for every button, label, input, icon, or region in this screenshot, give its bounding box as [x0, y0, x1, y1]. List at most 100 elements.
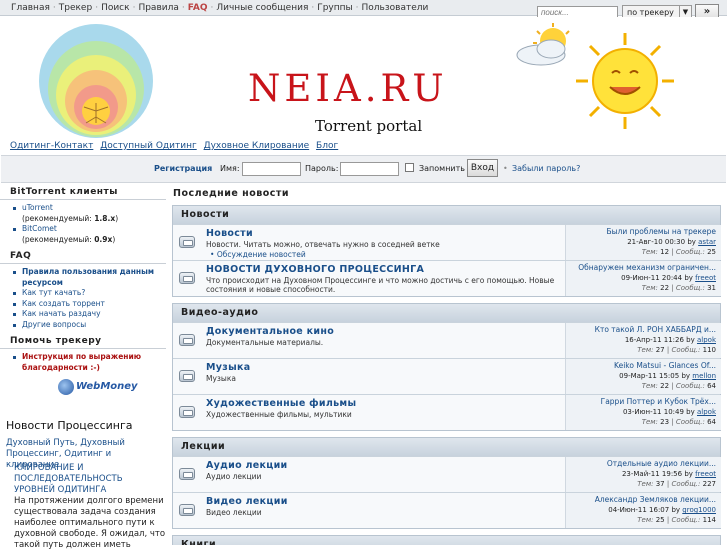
nav-item-6[interactable]: Группы — [317, 3, 352, 13]
faq-link[interactable]: Другие вопросы — [22, 320, 86, 329]
category-header[interactable]: Книги — [173, 536, 720, 545]
forum-description: Видео лекции — [206, 508, 262, 517]
last-post-info: Обнаружен механизм ограничен... 09-Июн-11… — [565, 261, 721, 296]
bullet-icon: • — [503, 164, 508, 173]
forum-folder-icon — [179, 406, 195, 418]
forum-name[interactable]: НОВОСТИ ДУХОВНОГО ПРОЦЕССИНГА — [206, 264, 424, 275]
register-link[interactable]: Регистрация — [154, 164, 212, 173]
posts-label: Сообщ.: — [675, 382, 705, 390]
category-header[interactable]: Лекции — [173, 438, 720, 456]
webmoney-logo[interactable]: WebMoney — [58, 379, 138, 395]
last-post-title[interactable]: Обнаружен механизм ограничен... — [566, 263, 716, 273]
remember-checkbox[interactable] — [405, 163, 414, 172]
forum-folder-icon — [179, 236, 195, 248]
site-header: NEIA.RU Torrent portal — [0, 17, 727, 139]
client-link[interactable]: uTorrent — [22, 203, 53, 212]
last-post-title[interactable]: Гарри Поттер и Кубок Трёх... — [566, 397, 716, 407]
last-post-user[interactable]: grog1000 — [682, 506, 716, 514]
forgot-password-link[interactable]: Забыли пароль? — [512, 164, 580, 173]
faq-link[interactable]: Как создать торрент — [22, 299, 105, 308]
faq-item: Правила пользования данным ресурсом — [0, 267, 166, 288]
topics-label: Тем: — [641, 418, 658, 426]
last-post-meta: 09-Июн-11 20:44 by freeot — [566, 273, 716, 283]
forum-name[interactable]: Видео лекции — [206, 496, 288, 507]
password-field[interactable] — [340, 162, 399, 176]
nav-item-1[interactable]: Трекер — [59, 3, 92, 13]
by-label: by — [686, 408, 695, 416]
forum-categories: Новости Новости Новости. Читать можно, отв… — [172, 205, 721, 545]
forum-name[interactable]: Новости — [206, 228, 253, 239]
forum-counts: Тем: 23 | Сообщ.: 64 — [641, 418, 716, 426]
category-header[interactable]: Новости — [173, 206, 720, 224]
nav-item-0[interactable]: Главная — [11, 3, 50, 13]
subforum-link[interactable]: Обсуждение новостей — [217, 250, 306, 259]
sidebar-heading-help: Помочь трекеру — [0, 334, 166, 349]
forum-name[interactable]: Художественные фильмы — [206, 398, 356, 409]
login-button[interactable]: Вход — [467, 159, 498, 177]
last-post-title[interactable]: Были проблемы на трекере — [566, 227, 716, 237]
link-auditing-contact[interactable]: Одитинг-Контакт — [10, 141, 93, 151]
forum-name[interactable]: Документальное кино — [206, 326, 334, 337]
last-post-user[interactable]: astar — [698, 238, 716, 246]
last-post-meta: 16-Апр-11 11:26 by alpok — [566, 335, 716, 345]
last-post-date: 03-Июн-11 10:49 — [622, 408, 684, 416]
username-field[interactable] — [242, 162, 301, 176]
last-post-info: Александр Земляков лекции... 04-Июн-11 16… — [565, 493, 721, 528]
topics-count: 37 — [655, 480, 665, 488]
last-post-title[interactable]: Кто такой Л. РОН ХАББАРД и... — [566, 325, 716, 335]
last-post-info: Keiko Matsui - Glances Of... 09-Мар-11 15… — [565, 359, 721, 394]
link-blog[interactable]: Блог — [316, 141, 338, 151]
link-accessible-auditing[interactable]: Доступный Одитинг — [100, 141, 197, 151]
faq-link[interactable]: Правила пользования данным ресурсом — [22, 267, 154, 287]
news-item-title[interactable]: КЛИРОВАНИЕ И ПОСЛЕДОВАТЕЛЬНОСТЬ УРОВНЕЙ … — [14, 463, 166, 496]
news-item-text: На протяжении долгого времени существова… — [14, 496, 166, 550]
link-spiritual-clearing[interactable]: Духовное Клирование — [204, 141, 310, 151]
faq-link[interactable]: Как тут качать? — [22, 288, 85, 297]
forum-description: Аудио лекции — [206, 472, 262, 481]
client-link[interactable]: BitComet — [22, 224, 57, 233]
last-post-title[interactable]: Александр Земляков лекции... — [566, 495, 716, 505]
forum-category: Лекции Аудио лекции Аудио лекции Отдельные … — [172, 437, 721, 529]
main-content: Последние новости Новости Новости Новости.… — [172, 185, 721, 545]
category-header[interactable]: Видео-аудио — [173, 304, 720, 322]
site-subtitle: Torrent portal — [315, 117, 423, 135]
last-post-user[interactable]: alpok — [697, 408, 716, 416]
topics-count: 25 — [655, 516, 665, 524]
last-post-title[interactable]: Отдельные аудио лекции... — [566, 459, 716, 469]
last-post-title[interactable]: Keiko Matsui - Glances Of... — [566, 361, 716, 371]
posts-count: 64 — [707, 382, 716, 390]
client-bitcomet: BitComet — [0, 224, 166, 235]
forum-counts: Тем: 12 | Сообщ.: 25 — [641, 248, 716, 256]
last-post-user[interactable]: mellon — [692, 372, 716, 380]
forum-folder-icon — [179, 334, 195, 346]
forum-subforum[interactable]: • Обсуждение новостей — [210, 250, 306, 259]
last-post-user[interactable]: alpok — [697, 336, 716, 344]
forum-counts: Тем: 27 | Сообщ.: 110 — [637, 346, 716, 354]
help-link[interactable]: Инструкция по выражению благодарности :-… — [22, 352, 141, 372]
nav-item-3[interactable]: Правила — [138, 3, 178, 13]
nav-separator: · — [95, 3, 99, 13]
topics-count: 27 — [655, 346, 665, 354]
topics-count: 12 — [660, 248, 670, 256]
posts-label: Сообщ.: — [675, 418, 705, 426]
forum-name[interactable]: Музыка — [206, 362, 250, 373]
password-label: Пароль: — [305, 164, 339, 173]
topics-label: Тем: — [641, 382, 658, 390]
client-utorrent: uTorrent — [0, 203, 166, 214]
by-label: by — [686, 336, 695, 344]
nav-item-2[interactable]: Поиск — [101, 3, 130, 13]
last-post-user[interactable]: freeot — [695, 274, 716, 282]
topics-count: 23 — [660, 418, 670, 426]
nav-item-5[interactable]: Личные сообщения — [216, 3, 308, 13]
by-label: by — [671, 506, 681, 514]
forum-category: Новости Новости Новости. Читать можно, отв… — [172, 205, 721, 297]
forum-row: Аудио лекции Аудио лекции Отдельные аудио … — [173, 456, 721, 492]
faq-link[interactable]: Как начать раздачу — [22, 309, 101, 318]
forum-name[interactable]: Аудио лекции — [206, 460, 288, 471]
last-post-meta: 04-Июн-11 16:07 by grog1000 — [566, 505, 716, 515]
nav-item-4[interactable]: FAQ — [188, 3, 208, 13]
nav-item-7[interactable]: Пользователи — [362, 3, 429, 13]
topics-label: Тем: — [637, 516, 654, 524]
last-post-user[interactable]: freeot — [695, 470, 716, 478]
smiling-sun-icon — [576, 33, 674, 129]
